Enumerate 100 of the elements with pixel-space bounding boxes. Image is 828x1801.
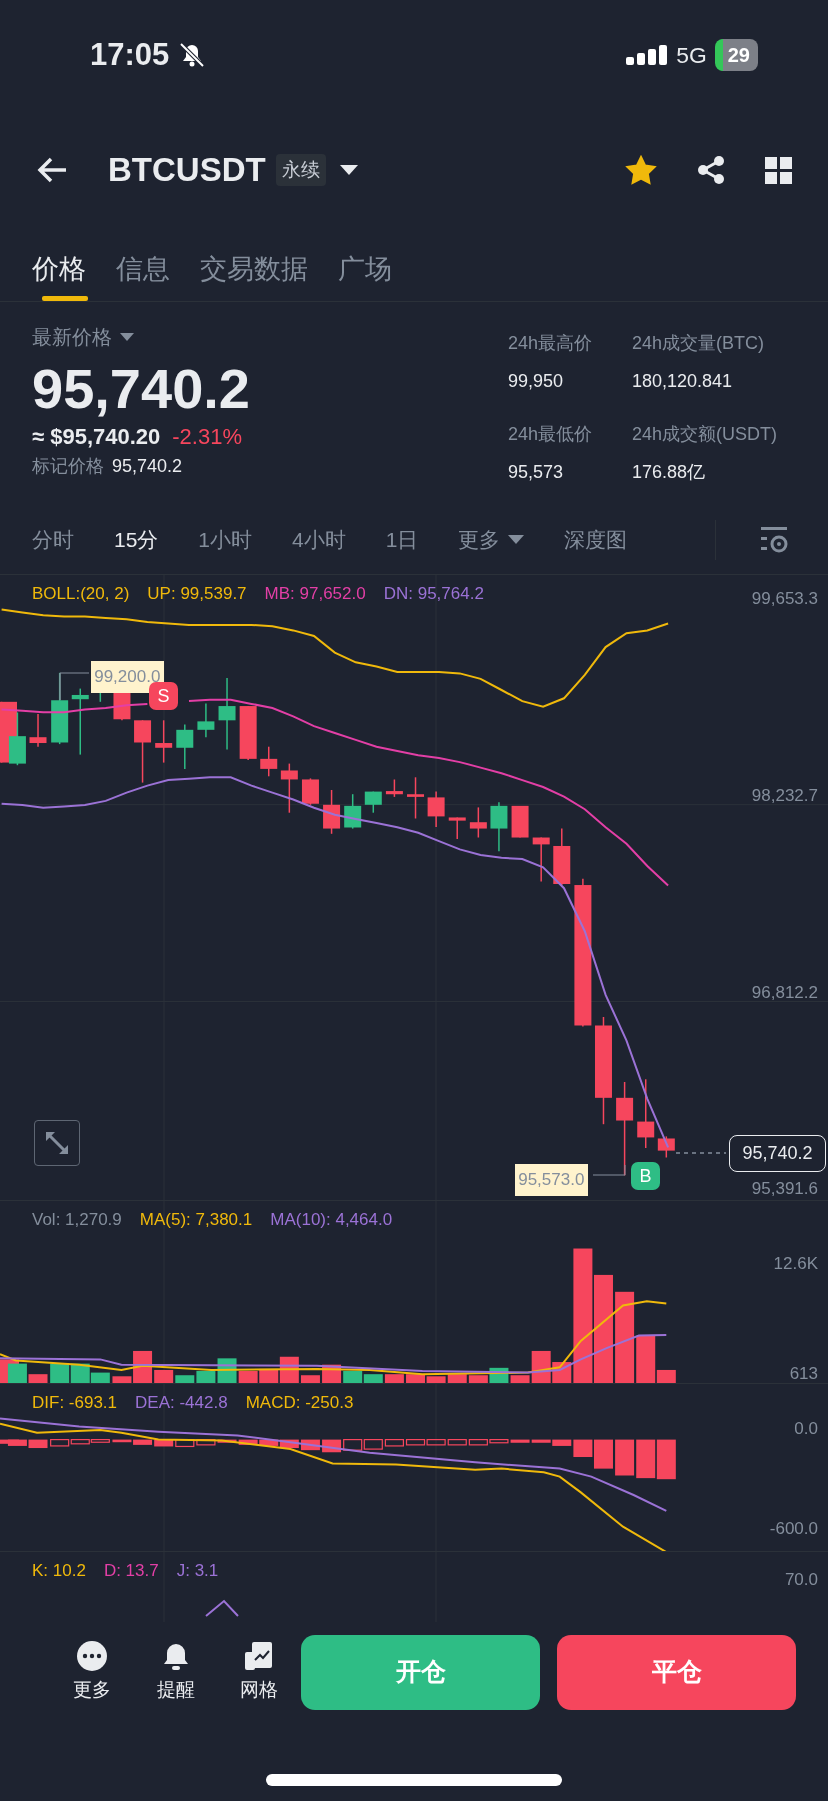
indicator-label: DEA: -442.8: [135, 1392, 228, 1414]
mark-price: 95,740.2: [112, 454, 183, 478]
interval-tab[interactable]: 15分: [114, 523, 159, 556]
indicator-label: MACD: -250.3: [245, 1392, 354, 1414]
signal-icon: [626, 45, 669, 65]
candlestick: [71, 687, 89, 756]
candlestick: [385, 778, 403, 798]
indicator-label: DN: 95,764.2: [383, 583, 484, 605]
macd-bar: [656, 1439, 676, 1480]
grid-icon[interactable]: [765, 156, 792, 184]
axis-label: 96,812.2: [751, 981, 818, 1004]
candlestick: [407, 776, 424, 820]
interval-tab[interactable]: 深度图: [564, 523, 628, 556]
indicator-label: MA(10): 4,464.0: [270, 1209, 393, 1231]
interval-tab[interactable]: 1小时: [198, 523, 253, 556]
macd-bar: [636, 1439, 656, 1479]
tab[interactable]: 价格: [32, 248, 86, 301]
volume-bar: [363, 1374, 383, 1383]
low-price-marker: 95,573.0: [515, 1164, 588, 1196]
candlestick: [260, 745, 278, 778]
volume-bar: [406, 1374, 425, 1383]
stat-value: 180,120.841: [632, 370, 734, 394]
axis-label: 95,391.6: [751, 1178, 818, 1201]
candlestick: [490, 801, 508, 853]
stat-value: 95,573: [508, 460, 565, 484]
star-icon[interactable]: [625, 155, 657, 185]
leader-line: [59, 672, 90, 701]
indicator-label: D: 13.7: [103, 1560, 159, 1582]
candlestick: [553, 827, 571, 886]
settings-icon[interactable]: [761, 526, 788, 553]
share-icon[interactable]: [697, 155, 725, 185]
axis-label: 12.6K: [773, 1253, 818, 1275]
tab[interactable]: 交易数据: [200, 248, 308, 301]
indicator-label: BOLL:(20, 2): [32, 583, 130, 605]
clock-time: 17:05: [90, 35, 170, 74]
macd-bar: [615, 1439, 635, 1476]
indicator-label: DIF: -693.1: [32, 1392, 118, 1414]
leader-line: [592, 1164, 626, 1176]
open-position-button[interactable]: 开仓: [301, 1634, 540, 1710]
candlestick: [280, 762, 298, 814]
buy-marker: B: [631, 1162, 660, 1190]
candlestick: [448, 816, 466, 840]
action-button[interactable]: 网格: [217, 1639, 301, 1705]
mark-price-label: 标记价格: [32, 454, 104, 478]
interval-tab[interactable]: 1日: [385, 523, 419, 556]
action-button[interactable]: 提醒: [133, 1639, 218, 1705]
caret-icon[interactable]: [339, 165, 358, 175]
stat-value: 176.88亿: [632, 460, 707, 484]
axis-label: 0.0: [794, 1418, 818, 1440]
volume-bar: [447, 1374, 467, 1383]
candlestick: [532, 836, 550, 883]
interval-tab[interactable]: 分时: [32, 523, 74, 556]
indicator-label: K: 10.2: [32, 1560, 86, 1582]
usd-price: ≈ $95,740.20: [32, 422, 161, 451]
interval-tab[interactable]: 更多: [458, 523, 525, 556]
macd-bar: [343, 1439, 363, 1451]
candlestick: [427, 790, 445, 828]
macd-bar: [363, 1439, 383, 1450]
indicator-label: UP: 99,539.7: [147, 583, 247, 605]
stat-value: 99,950: [508, 370, 565, 394]
tab[interactable]: 信息: [116, 248, 170, 301]
price-label: 最新价格: [32, 325, 112, 350]
stat-label: 24h成交量(BTC): [632, 332, 766, 355]
last-price: 95,740.2: [32, 358, 250, 420]
axis-label: 613: [789, 1363, 818, 1385]
macd-bar: [300, 1439, 320, 1451]
interval-tab[interactable]: 4小时: [292, 523, 346, 556]
price-change: -2.31%: [172, 422, 242, 451]
stat-label: 24h成交额(USDT): [632, 422, 779, 446]
candlestick: [134, 719, 152, 784]
candlestick: [155, 719, 173, 764]
axis-label: 98,232.7: [751, 784, 818, 807]
expand-button[interactable]: [34, 1120, 80, 1166]
close-position-button[interactable]: 平仓: [557, 1634, 796, 1710]
indicator-label: J: 3.1: [176, 1560, 219, 1582]
candlestick: [323, 789, 341, 835]
candlestick: [8, 711, 26, 766]
indicator-label: MA(5): 7,380.1: [139, 1209, 253, 1231]
stat-label: 24h最低价: [508, 422, 594, 446]
tab[interactable]: 广场: [338, 248, 392, 301]
stat-label: 24h最高价: [508, 332, 594, 355]
candlestick: [197, 702, 215, 738]
axis-label: 99,653.3: [751, 587, 818, 610]
axis-label: 70.0: [784, 1569, 818, 1591]
candlestick: [176, 723, 194, 770]
macd-bar: [175, 1439, 195, 1448]
candlestick: [301, 777, 319, 806]
current-price-tag: 95,740.2: [729, 1135, 826, 1172]
candlestick: [511, 805, 529, 839]
macd-bar: [28, 1439, 48, 1449]
network-label: 5G: [676, 40, 707, 70]
symbol-title: BTCUSDT: [108, 150, 266, 191]
expand-icon: [44, 1130, 70, 1156]
axis-label: -600.0: [769, 1518, 818, 1540]
candlestick: [344, 793, 362, 830]
action-button[interactable]: 更多: [50, 1639, 134, 1705]
volume-bar: [384, 1374, 404, 1383]
candlestick: [469, 806, 487, 839]
candlestick: [29, 713, 47, 748]
macd-bar: [279, 1439, 299, 1449]
